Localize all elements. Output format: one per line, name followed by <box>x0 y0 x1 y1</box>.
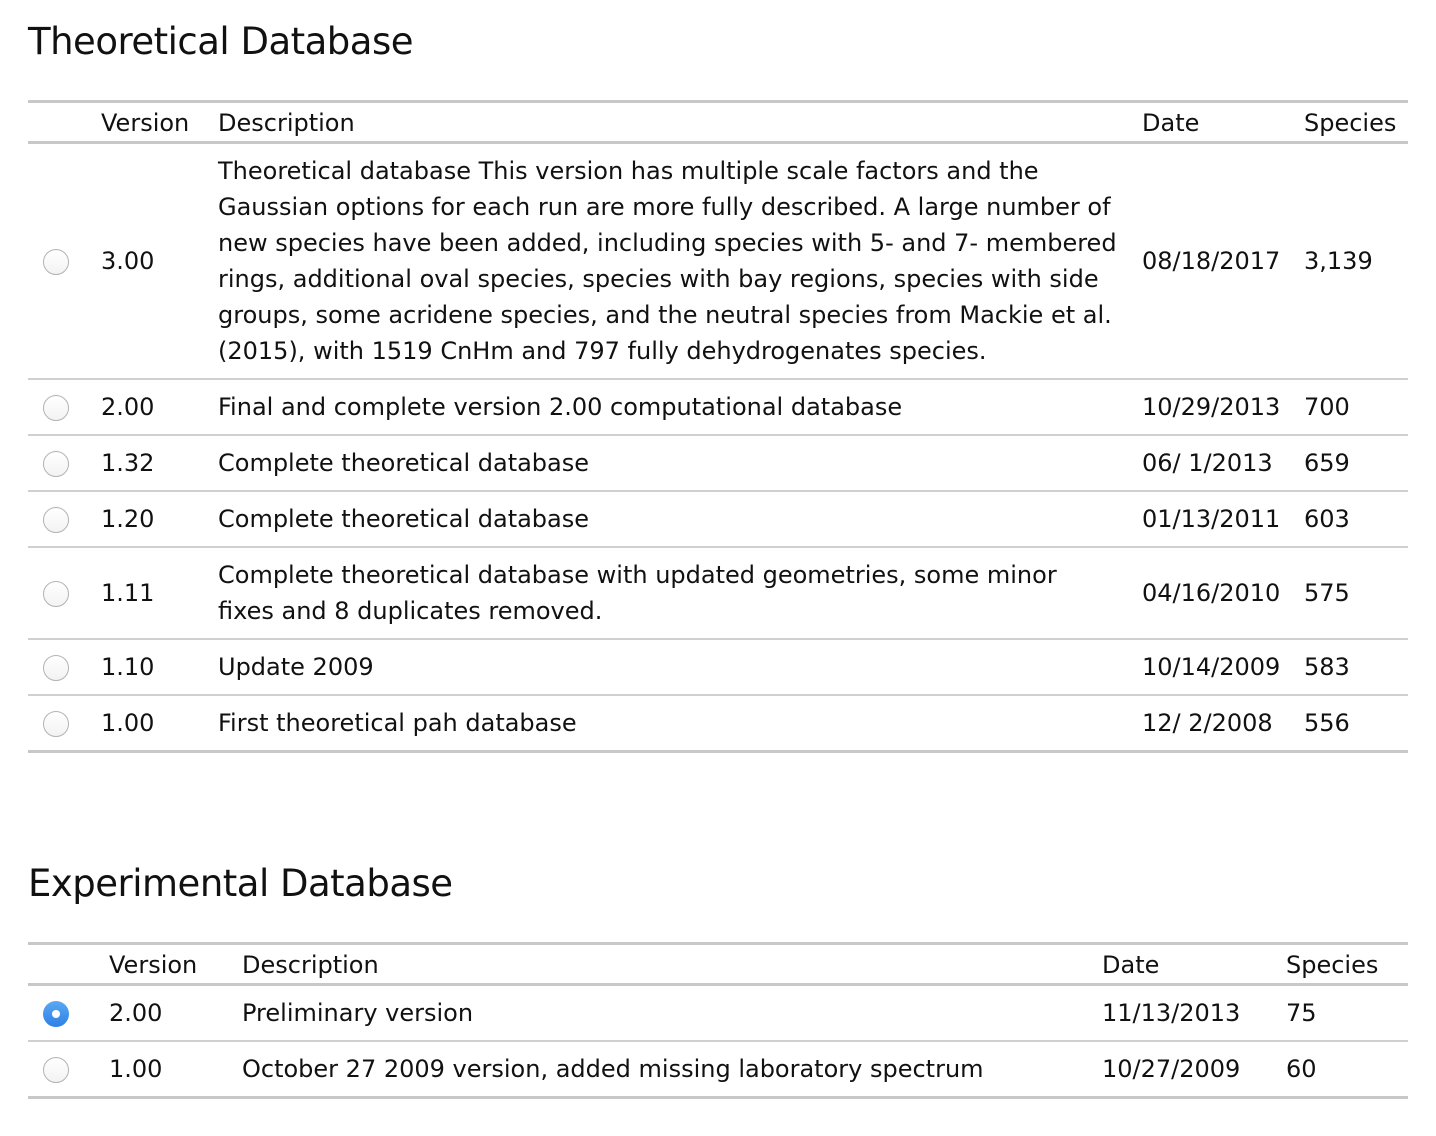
version-radio[interactable] <box>43 249 69 275</box>
species-cell: 583 <box>1304 638 1408 695</box>
version-cell: 1.00 <box>109 1040 242 1098</box>
description-cell: Complete theoretical database <box>218 490 1142 547</box>
table-row[interactable]: 1.00 First theoretical pah database 12/ … <box>28 694 1408 752</box>
date-cell: 10/29/2013 <box>1142 378 1304 435</box>
version-radio[interactable] <box>43 451 69 477</box>
description-cell: Preliminary version <box>242 999 474 1027</box>
date-cell: 10/14/2009 <box>1142 638 1304 695</box>
date-column-header: Date <box>1102 943 1286 986</box>
version-cell: 1.00 <box>101 694 218 752</box>
species-cell: 700 <box>1304 378 1408 435</box>
experimental-database-table: Version Description Date Species 2.00 Pr… <box>28 942 1408 1099</box>
version-radio[interactable] <box>43 655 69 681</box>
table-row[interactable]: 2.00 Preliminary version 11/13/2013 75 <box>28 985 1408 1042</box>
select-cell <box>28 694 101 752</box>
species-cell: 556 <box>1304 694 1408 752</box>
select-cell <box>28 490 101 547</box>
page: Theoretical Database Version Description… <box>0 0 1436 1136</box>
date-cell: 08/18/2017 <box>1142 247 1281 275</box>
version-cell: 2.00 <box>101 378 218 435</box>
species-cell: 575 <box>1304 546 1408 639</box>
species-cell: 3,139 <box>1304 247 1373 275</box>
table-header-row: Version Description Date Species <box>28 101 1408 144</box>
description-cell: October 27 2009 version, added missing l… <box>242 1040 1102 1098</box>
table-header-row: Version Description Date Species <box>28 943 1408 986</box>
version-radio[interactable] <box>43 395 69 421</box>
select-column-header <box>28 943 109 986</box>
species-cell: 603 <box>1304 490 1408 547</box>
select-column-header <box>28 101 101 144</box>
description-cell: Update 2009 <box>218 638 1142 695</box>
select-cell <box>28 1040 109 1098</box>
experimental-database-title: Experimental Database <box>28 862 453 905</box>
select-cell <box>28 985 109 1042</box>
version-radio[interactable] <box>43 711 69 737</box>
description-column-header: Description <box>218 101 1142 144</box>
version-radio[interactable] <box>43 581 69 607</box>
description-column-header: Description <box>242 943 1102 986</box>
description-cell: First theoretical pah database <box>218 694 1142 752</box>
version-cell: 1.20 <box>101 490 218 547</box>
select-cell <box>28 546 101 639</box>
select-cell <box>28 143 101 380</box>
table-row[interactable]: 1.00 October 27 2009 version, added miss… <box>28 1040 1408 1098</box>
description-cell: Final and complete version 2.00 computat… <box>218 378 1142 435</box>
table-row[interactable]: 1.11 Complete theoretical database with … <box>28 546 1408 639</box>
species-column-header: Species <box>1286 943 1408 986</box>
date-cell: 06/ 1/2013 <box>1142 434 1304 491</box>
version-radio[interactable] <box>43 1057 69 1083</box>
description-cell: Complete theoretical database with updat… <box>218 546 1142 639</box>
table-row[interactable]: 1.32 Complete theoretical database 06/ 1… <box>28 434 1408 491</box>
select-cell <box>28 378 101 435</box>
version-cell: 1.32 <box>101 434 218 491</box>
version-cell: 1.10 <box>101 638 218 695</box>
description-cell: Theoretical database This version has mu… <box>218 157 1117 365</box>
date-cell: 12/ 2/2008 <box>1142 694 1304 752</box>
table-row[interactable]: 1.20 Complete theoretical database 01/13… <box>28 490 1408 547</box>
table-row[interactable]: 1.10 Update 2009 10/14/2009 583 <box>28 638 1408 695</box>
date-column-header: Date <box>1142 101 1304 144</box>
species-cell: 60 <box>1286 1040 1408 1098</box>
table-row[interactable]: 2.00 Final and complete version 2.00 com… <box>28 378 1408 435</box>
table-row[interactable]: 3.00 Theoretical database This version h… <box>28 143 1408 380</box>
version-cell: 1.11 <box>101 546 218 639</box>
date-cell: 10/27/2009 <box>1102 1040 1286 1098</box>
version-cell: 2.00 <box>109 999 163 1027</box>
species-column-header: Species <box>1304 101 1408 144</box>
version-radio[interactable] <box>43 1001 69 1027</box>
species-cell: 659 <box>1304 434 1408 491</box>
description-cell: Complete theoretical database <box>218 434 1142 491</box>
version-radio[interactable] <box>43 507 69 533</box>
version-column-header: Version <box>109 943 242 986</box>
theoretical-database-title: Theoretical Database <box>28 20 414 63</box>
species-cell: 75 <box>1286 999 1317 1027</box>
date-cell: 04/16/2010 <box>1142 546 1304 639</box>
date-cell: 01/13/2011 <box>1142 490 1304 547</box>
date-cell: 11/13/2013 <box>1102 999 1241 1027</box>
version-cell: 3.00 <box>101 247 155 275</box>
version-column-header: Version <box>101 101 218 144</box>
theoretical-database-table: Version Description Date Species 3.00 Th… <box>28 100 1408 753</box>
select-cell <box>28 638 101 695</box>
select-cell <box>28 434 101 491</box>
